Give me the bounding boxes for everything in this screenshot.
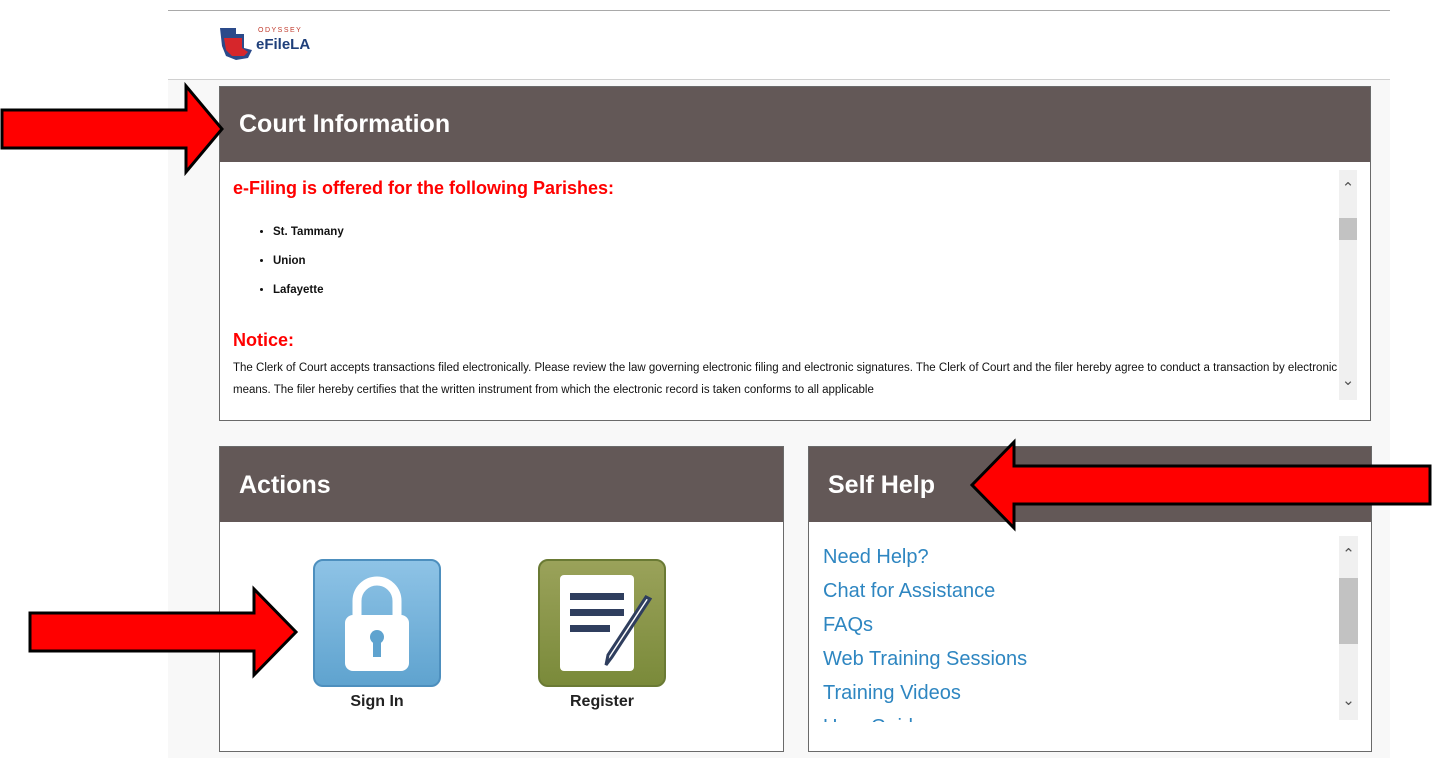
scroll-up-icon[interactable]: ⌃ [1339, 174, 1357, 204]
register-button[interactable]: Register [532, 559, 672, 711]
notice-heading: Notice: [233, 330, 295, 350]
actions-body: Sign In Register [220, 522, 783, 751]
scroll-thumb[interactable] [1339, 578, 1358, 644]
parish-item: St. Tammany [273, 225, 1338, 254]
training-videos-link[interactable]: Training Videos [823, 676, 1027, 710]
logo-title: eFileLA [256, 36, 311, 53]
actions-panel: Actions Sign In Register [219, 446, 784, 752]
register-label[interactable]: Register [532, 693, 672, 711]
parish-list: St. Tammany Union Lafayette [233, 225, 1338, 312]
scroll-down-icon[interactable]: ⌄ [1339, 686, 1358, 716]
court-information-scrollbar[interactable]: ⌃ ⌄ [1339, 170, 1357, 400]
faqs-link[interactable]: FAQs [823, 608, 1027, 642]
arrow-pointing-court-information [0, 82, 224, 176]
notice-text: The Clerk of Court accepts transactions … [233, 362, 1338, 396]
page: ODYSSEY eFileLA Court Information e-Fili… [0, 0, 1432, 758]
document-edit-icon[interactable] [538, 559, 666, 687]
chat-assistance-link[interactable]: Chat for Assistance [823, 574, 1027, 608]
court-information-body[interactable]: e-Filing is offered for the following Pa… [220, 162, 1370, 420]
self-help-scrollbar[interactable]: ⌃ ⌄ [1339, 536, 1358, 720]
scroll-up-icon[interactable]: ⌃ [1339, 540, 1358, 570]
scroll-thumb[interactable] [1339, 218, 1357, 240]
court-information-panel: Court Information e-Filing is offered fo… [219, 86, 1371, 421]
actions-title: Actions [220, 447, 783, 522]
arrow-pointing-self-help [969, 438, 1432, 532]
self-help-links: Need Help? Chat for Assistance FAQs Web … [823, 540, 1027, 722]
scroll-down-icon[interactable]: ⌄ [1339, 366, 1357, 396]
arrow-pointing-sign-in [28, 585, 299, 679]
top-divider [168, 10, 1390, 11]
sign-in-button[interactable]: Sign In [307, 559, 447, 711]
parishes-heading: e-Filing is offered for the following Pa… [233, 178, 615, 198]
logo-subtitle: ODYSSEY [258, 27, 303, 34]
self-help-body[interactable]: Need Help? Chat for Assistance FAQs Web … [809, 522, 1371, 751]
lock-icon[interactable] [313, 559, 441, 687]
user-guides-link[interactable]: User Guides [823, 710, 1027, 722]
web-training-sessions-link[interactable]: Web Training Sessions [823, 642, 1027, 676]
parish-item: Union [273, 254, 1338, 283]
parish-item: Lafayette [273, 283, 1338, 312]
need-help-link[interactable]: Need Help? [823, 540, 1027, 574]
court-information-title: Court Information [220, 87, 1370, 162]
sign-in-label[interactable]: Sign In [307, 693, 447, 711]
